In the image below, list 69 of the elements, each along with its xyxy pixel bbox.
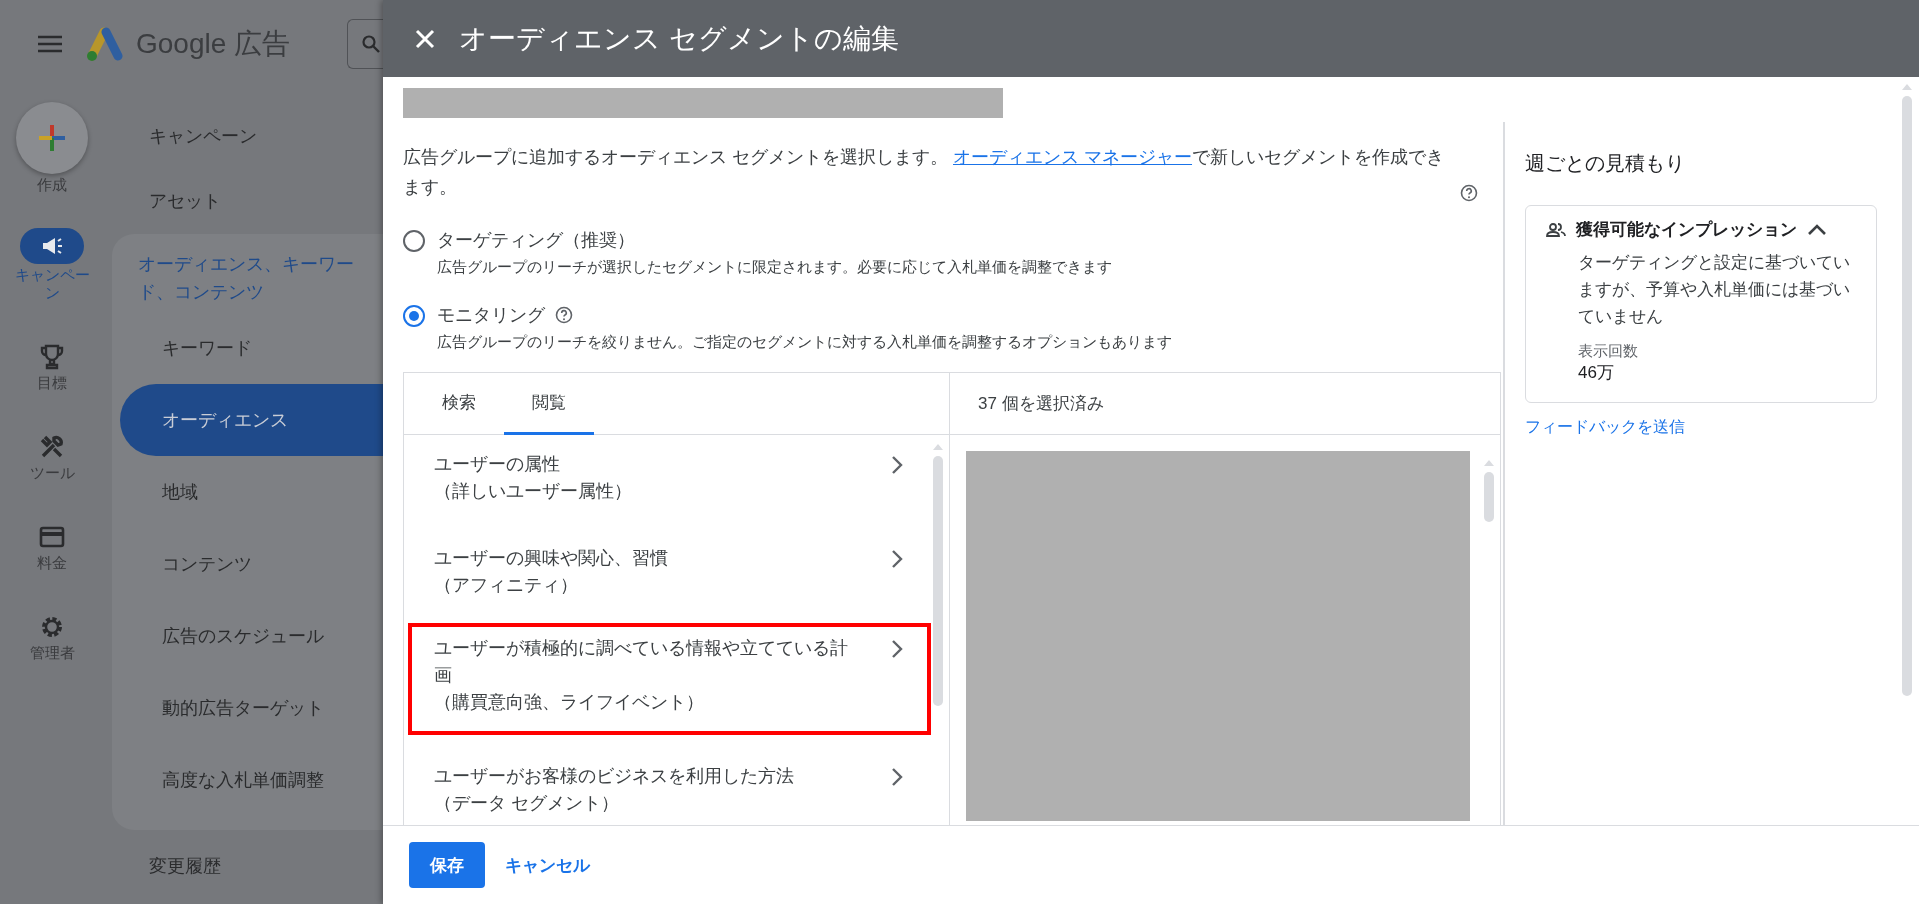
scrollbar-thumb[interactable] (933, 456, 943, 706)
nav-item[interactable]: 変更履歴 (112, 854, 383, 878)
rail-label: 作成 (36, 176, 68, 194)
option-description: 広告グループのリーチを絞りません。ご指定のセグメントに対する入札単価を調整するオプションもあります (437, 333, 1172, 352)
category-item[interactable]: ユーザーの興味や関心、習慣 （アフィニティ） (408, 529, 931, 611)
logo-text: Google 広告 (136, 27, 291, 61)
cancel-link[interactable]: キャンセル (505, 853, 590, 877)
tab[interactable]: 検索 (414, 373, 504, 435)
rail-label: 管理者 (28, 644, 76, 662)
menu-icon[interactable] (38, 35, 62, 53)
rail-label: ツール (28, 464, 76, 482)
tab[interactable]: 閲覧 (504, 373, 594, 435)
card-title: 獲得可能なインプレッション (1576, 219, 1797, 241)
audience-manager-link[interactable]: オーディエンス マネージャー (953, 147, 1193, 167)
category-subtitle: （アフィニティ） (434, 574, 579, 597)
search-icon (362, 35, 380, 53)
scrollbar-thumb[interactable] (1902, 96, 1912, 696)
chevron-right-icon (891, 549, 903, 569)
estimate-heading: 週ごとの見積もり (1525, 151, 1686, 176)
rail-label: 料金 (36, 554, 68, 572)
intro-text: 広告グループに追加するオーディエンス セグメントを選択します。 オーディエンス マネージャーで新しいセグメントを作成できます。 (403, 146, 1446, 199)
selected-count: 37 個を選択済み (950, 373, 1500, 435)
chevron-right-icon (891, 455, 903, 475)
settings-icon (39, 614, 65, 640)
chevron-right-icon (891, 767, 903, 787)
nav-item[interactable]: キーワード (120, 312, 383, 384)
nav-item[interactable]: 高度な入札単価調整 (120, 744, 383, 816)
category-title: ユーザーの興味や関心、習慣 (434, 547, 669, 570)
metric-value: 46万 (1578, 362, 1615, 384)
category-item[interactable]: ユーザーの属性 （詳しいユーザー属性） (408, 435, 931, 517)
nav-item[interactable]: オーディエンス (120, 384, 383, 456)
save-button[interactable]: 保存 (409, 842, 485, 888)
dialog-title: オーディエンス セグメントの編集 (459, 21, 899, 56)
card-description: ターゲティングと設定に基づいていますが、予算や入札単価には基づいていません (1578, 252, 1851, 328)
megaphone-icon (40, 235, 64, 257)
rail-label: 目標 (36, 374, 68, 392)
help-icon[interactable] (1460, 184, 1478, 202)
help-icon[interactable] (555, 306, 573, 324)
nav-item[interactable]: 広告のスケジュール (120, 600, 383, 672)
nav-item[interactable]: 地域 (120, 456, 383, 528)
category-title: ユーザーの属性 (434, 453, 561, 476)
feedback-link[interactable]: フィードバックを送信 (1525, 417, 1685, 438)
category-subtitle: （詳しいユーザー属性） (434, 480, 633, 503)
chevron-up-icon[interactable] (1807, 223, 1827, 236)
category-item[interactable]: ユーザーが積極的に調べている情報や立てている計画 （購買意向強、ライフイベント） (408, 623, 931, 735)
category-title: ユーザーがお客様のビジネスを利用した方法 (434, 765, 795, 788)
tools-icon (39, 434, 65, 460)
category-title: ユーザーが積極的に調べている情報や立てている計画 (434, 637, 849, 687)
metric-label: 表示回数 (1578, 342, 1639, 361)
rail-label: キャンペーン (13, 266, 91, 302)
option-label: モニタリング (437, 304, 545, 327)
radio-button[interactable] (403, 230, 425, 252)
trophy-icon (40, 344, 64, 370)
people-icon (1546, 221, 1566, 238)
nav-item[interactable]: コンテンツ (120, 528, 383, 600)
radio-button[interactable] (403, 305, 425, 327)
plus-icon (37, 123, 67, 153)
credit-card-icon (39, 526, 65, 548)
option-description: 広告グループのリーチが選択したセグメントに限定されます。必要に応じて入札単価を調整できます (437, 258, 1112, 277)
campaign-nav-button[interactable] (20, 228, 84, 264)
create-button[interactable] (16, 102, 88, 174)
category-item[interactable]: ユーザーがお客様のビジネスを利用した方法 （データ セグメント） (408, 747, 931, 825)
category-subtitle: （データ セグメント） (434, 792, 620, 815)
scrollbar-thumb[interactable] (1484, 472, 1494, 522)
close-icon[interactable] (415, 28, 435, 49)
nav-item[interactable]: 動的広告ターゲット (120, 672, 383, 744)
option-label: ターゲティング（推奨） (437, 229, 635, 252)
category-subtitle: （購買意向強、ライフイベント） (434, 691, 705, 714)
chevron-right-icon (891, 639, 903, 659)
